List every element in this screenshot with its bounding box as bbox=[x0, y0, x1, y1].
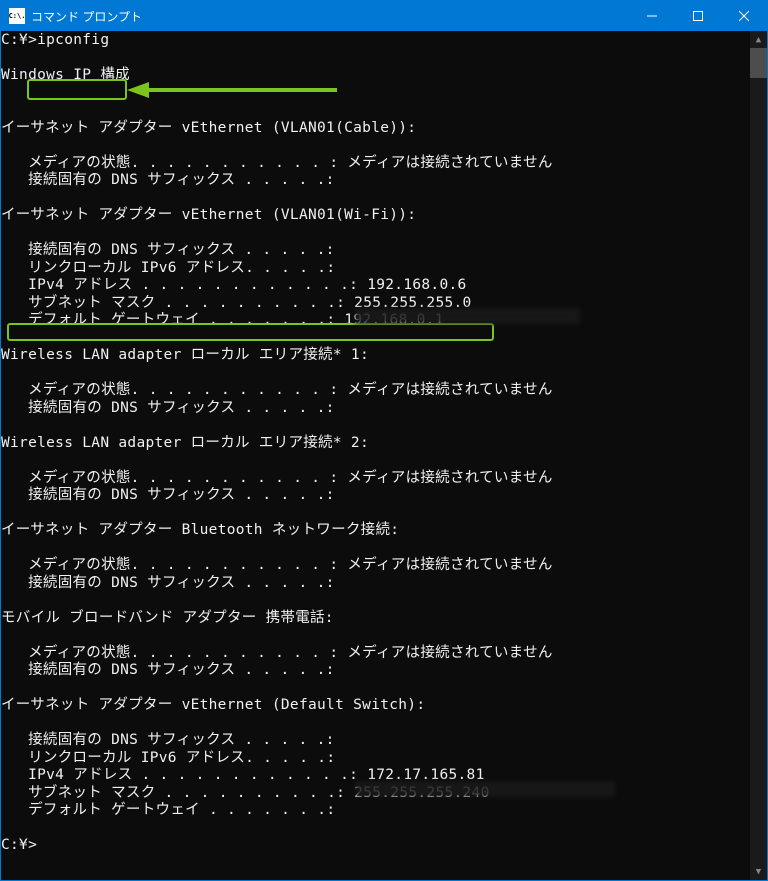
scrollbar-down-button[interactable]: ▼ bbox=[750, 863, 767, 880]
window-title: コマンド プロンプト bbox=[31, 8, 142, 25]
terminal-output[interactable]: C:¥>ipconfig Windows IP 構成 イーサネット アダプター … bbox=[1, 31, 750, 880]
maximize-button[interactable] bbox=[675, 1, 721, 31]
minimize-button[interactable] bbox=[629, 1, 675, 31]
scrollbar-up-button[interactable]: ▲ bbox=[750, 31, 767, 48]
close-icon bbox=[739, 11, 749, 21]
command-prompt-window: C:\. コマンド プロンプト C:¥>ipconfig Windows IP … bbox=[0, 0, 768, 881]
terminal-content[interactable]: C:¥>ipconfig Windows IP 構成 イーサネット アダプター … bbox=[1, 31, 767, 880]
vertical-scrollbar[interactable]: ▲ ▼ bbox=[750, 31, 767, 880]
titlebar[interactable]: C:\. コマンド プロンプト bbox=[1, 1, 767, 31]
close-button[interactable] bbox=[721, 1, 767, 31]
redaction-blur bbox=[355, 308, 580, 324]
minimize-icon bbox=[647, 11, 657, 21]
maximize-icon bbox=[693, 11, 703, 21]
redaction-blur bbox=[355, 781, 615, 797]
scrollbar-thumb[interactable] bbox=[750, 48, 767, 78]
cmd-icon: C:\. bbox=[9, 8, 25, 24]
